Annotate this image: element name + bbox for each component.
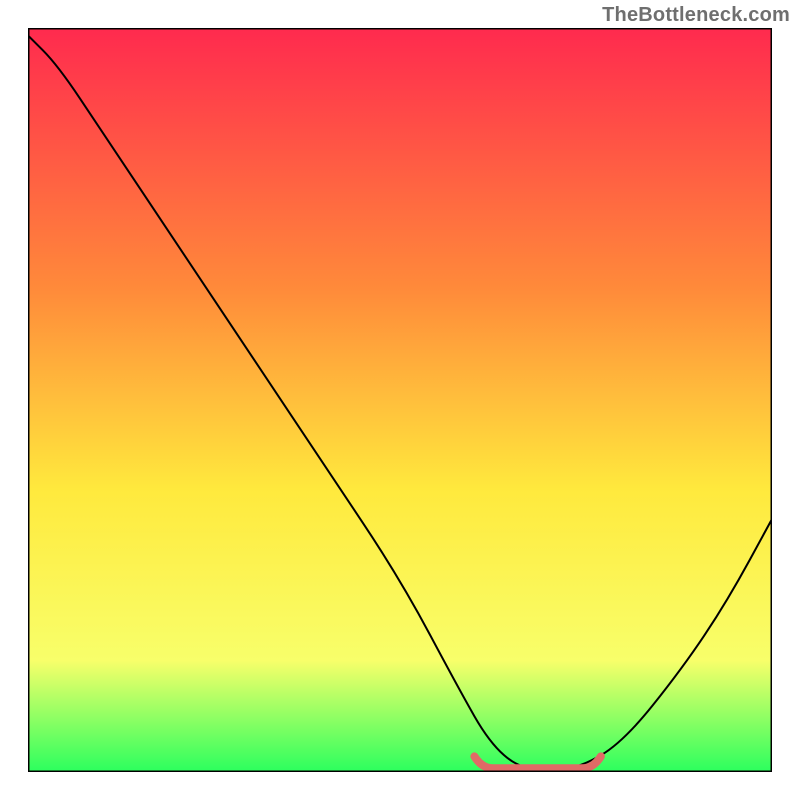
chart-stage: TheBottleneck.com [0, 0, 800, 800]
bottleneck-chart [28, 28, 772, 772]
chart-background [28, 28, 772, 772]
watermark-text: TheBottleneck.com [602, 4, 790, 27]
